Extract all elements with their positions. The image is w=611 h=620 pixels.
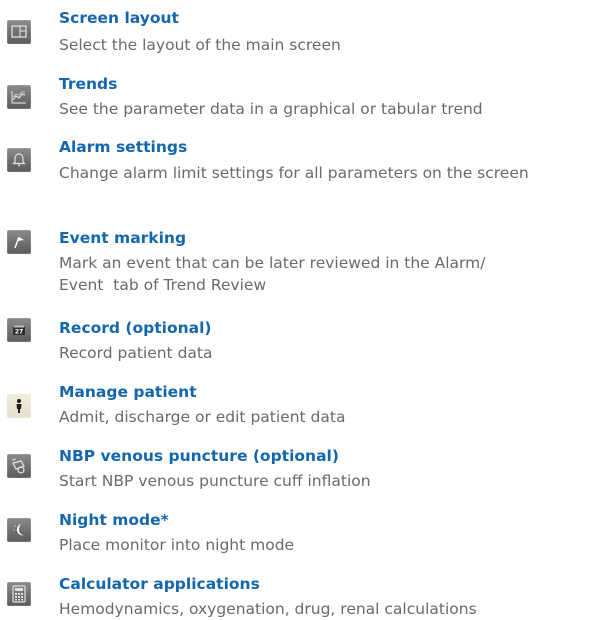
menu-item-description: Place monitor into night mode [59, 536, 295, 554]
svg-text:27: 27 [15, 329, 23, 336]
menu-item-description: Select the layout of the main screen [59, 36, 341, 54]
menu-item-title: Event marking [59, 229, 187, 247]
menu-item-title: Night mode* [59, 511, 169, 529]
calculator-icon [7, 582, 31, 606]
patient-person-icon [7, 394, 31, 418]
screen-layout-icon [7, 20, 31, 44]
nbp-cuff-icon [7, 454, 31, 478]
night-mode-moon-icon [7, 518, 31, 542]
event-flag-icon [7, 230, 31, 254]
menu-item-title: Screen layout [59, 9, 179, 27]
record-icon: 27 [7, 318, 31, 342]
menu-item-title: NBP venous puncture (optional) [59, 447, 339, 465]
trends-icon [7, 85, 31, 109]
menu-item-description: See the parameter data in a graphical or… [59, 100, 483, 118]
menu-item-title: Manage patient [59, 383, 197, 401]
menu-item-title: Alarm settings [59, 138, 188, 156]
menu-item-description: Start NBP venous puncture cuff inflation [59, 472, 371, 490]
menu-item-description: Hemodynamics, oxygenation, drug, renal c… [59, 600, 477, 618]
menu-item-title: Trends [59, 75, 118, 93]
menu-item-description: Mark an event that can be later reviewed… [59, 254, 486, 294]
menu-item-description: Admit, discharge or edit patient data [59, 408, 346, 426]
menu-item-description: Record patient data [59, 344, 213, 362]
menu-item-description: Change alarm limit settings for all para… [59, 164, 529, 182]
menu-item-title: Calculator applications [59, 575, 260, 593]
menu-item-title: Record (optional) [59, 319, 212, 337]
alarm-bell-icon [7, 148, 31, 172]
